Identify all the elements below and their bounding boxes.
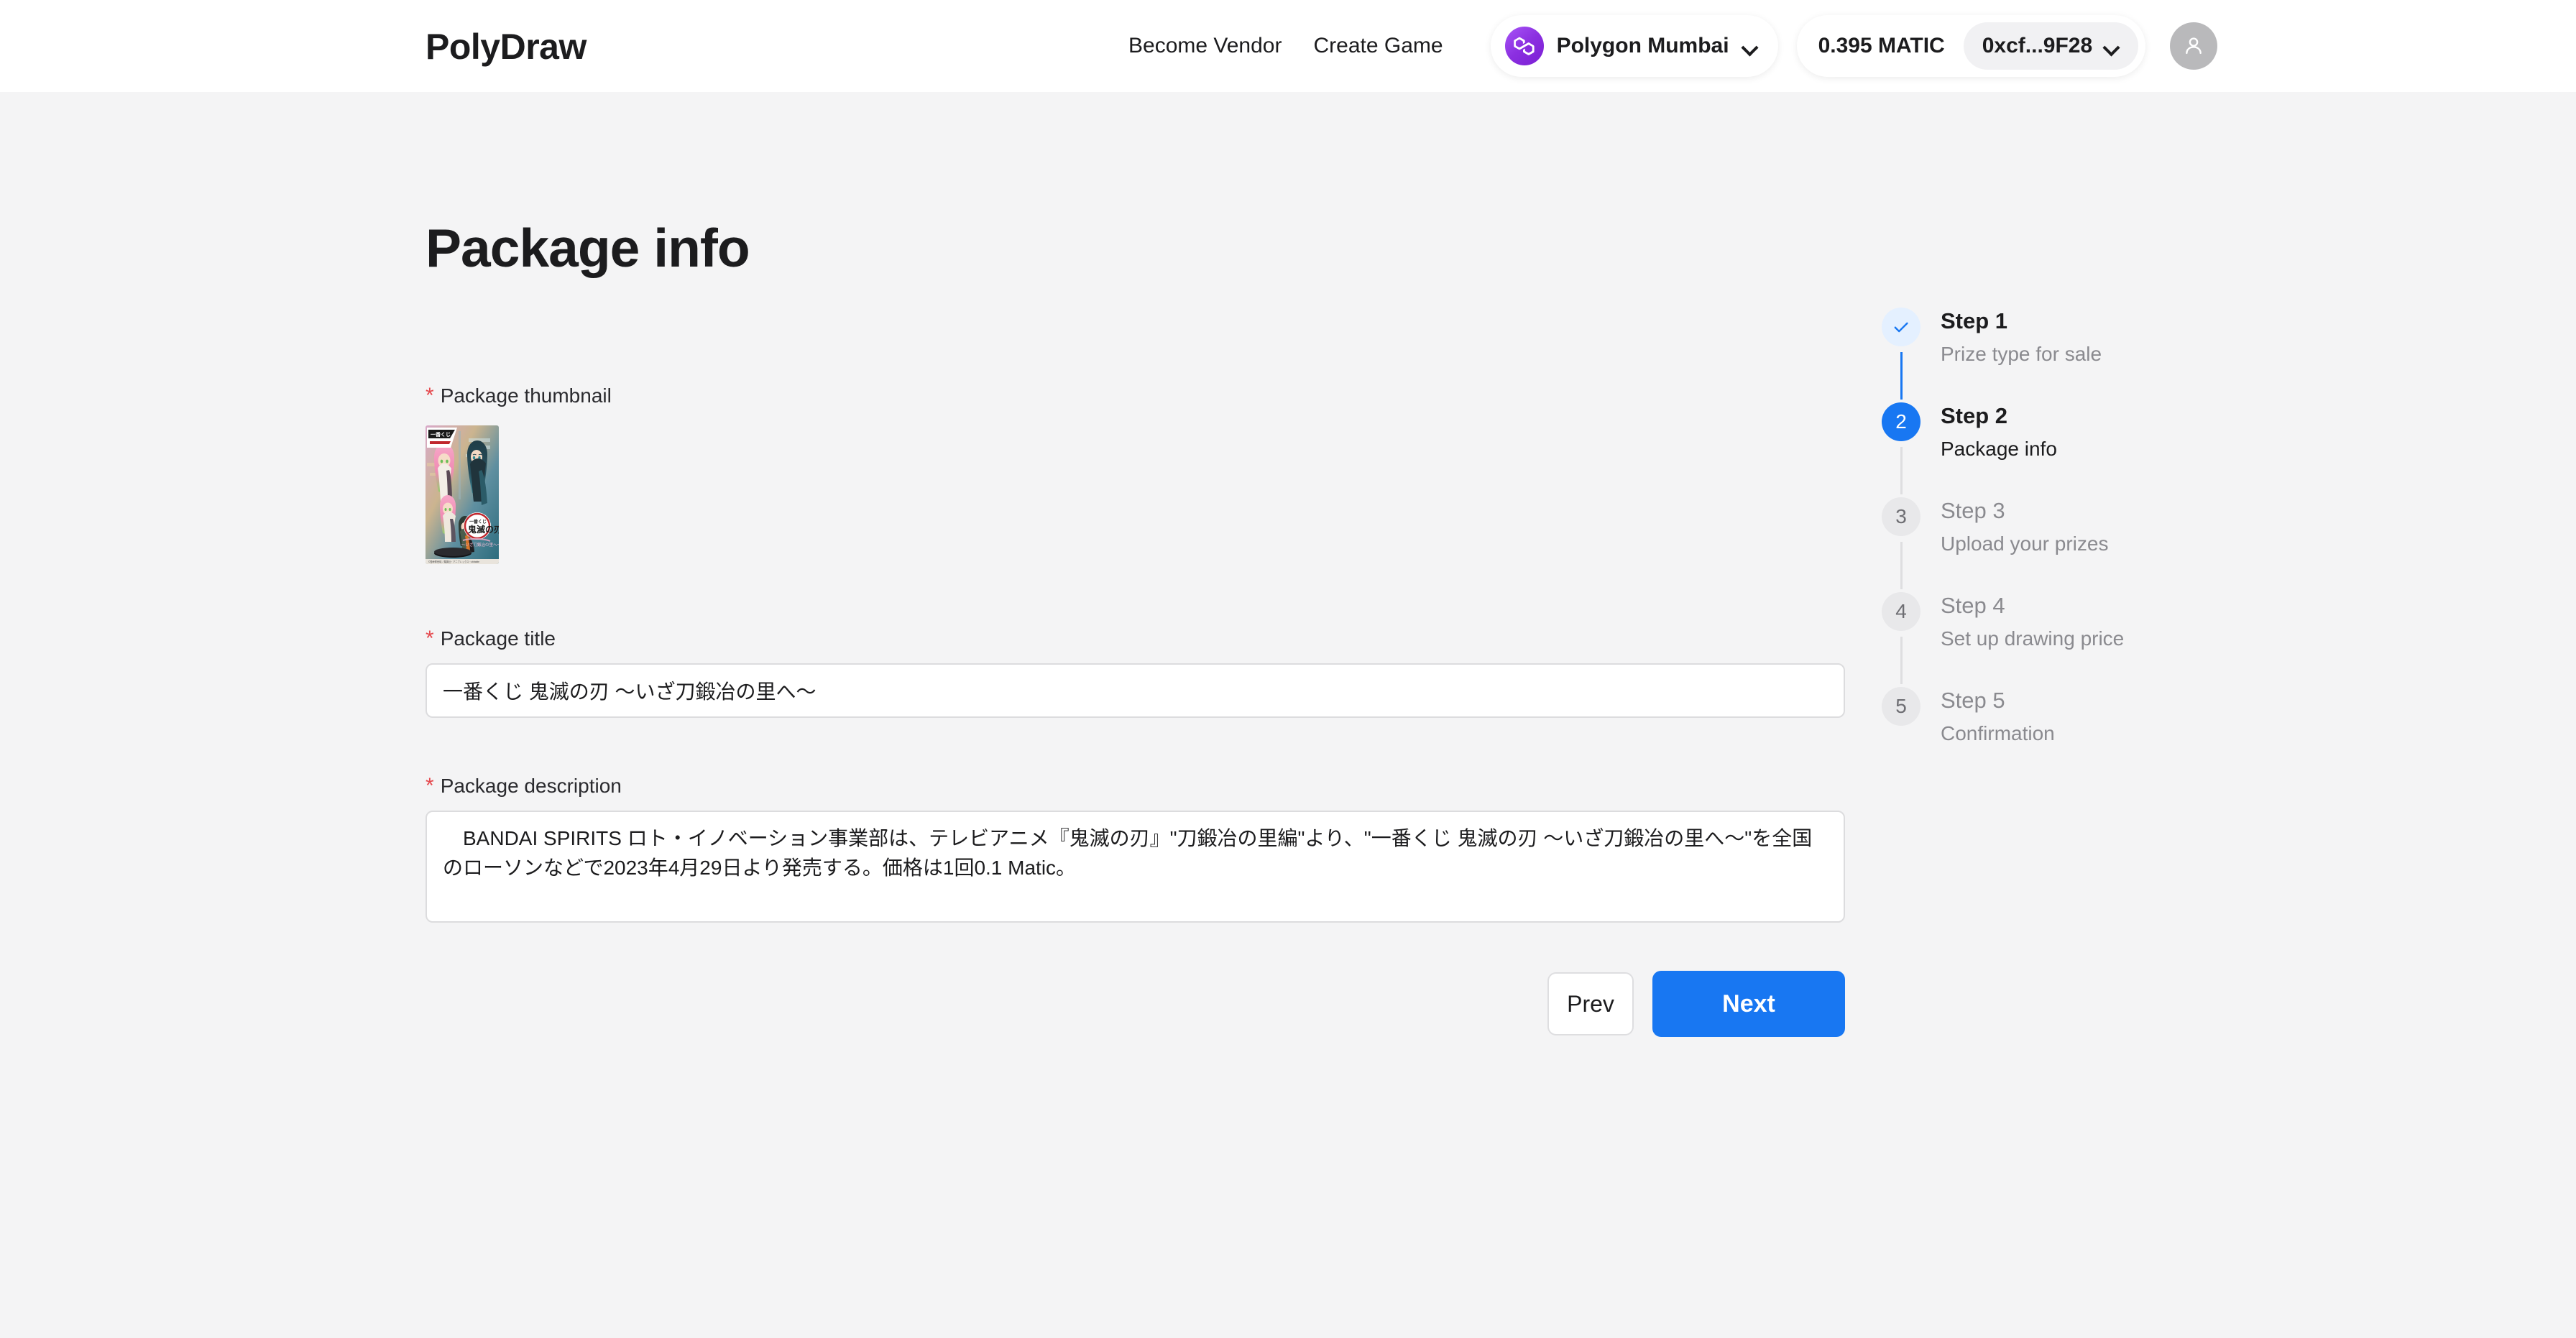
step-subtitle: Prize type for sale (1941, 343, 2102, 366)
step-texts: Step 1 Prize type for sale (1941, 308, 2102, 366)
package-thumbnail-image[interactable]: 一番くじ 一番くじ 鬼滅の刃 〜いざ刀鍛冶の里へ〜 ©吾峠呼世晴／集英社・アニプ… (426, 425, 499, 564)
header-nav: Become Vendor Create Game Polygon Mumbai… (1128, 0, 2217, 92)
step-connector (1900, 447, 1903, 494)
svg-text:一番くじ: 一番くじ (469, 519, 487, 525)
wallet-chip[interactable]: 0.395 MATIC 0xcf...9F28 (1797, 15, 2146, 77)
package-title-input[interactable] (426, 663, 1845, 718)
label-text: Package title (441, 627, 556, 650)
step-bullet-1[interactable] (1882, 308, 1920, 346)
step-connector (1900, 542, 1903, 589)
chevron-down-icon (1742, 42, 1758, 51)
form-actions: Prev Next (426, 971, 1845, 1037)
step-title: Step 4 (1941, 594, 2124, 618)
thumbnail-artwork: 一番くじ 一番くじ 鬼滅の刃 〜いざ刀鍛冶の里へ〜 ©吾峠呼世晴／集英社・アニプ… (426, 425, 499, 564)
step-connector (1900, 352, 1903, 400)
label-text: Package description (441, 775, 622, 798)
stepper-item-4[interactable]: 4 Step 4 Set up drawing price (1882, 592, 2284, 687)
stepper-item-3[interactable]: 3 Step 3 Upload your prizes (1882, 497, 2284, 592)
svg-text:鬼滅の刃: 鬼滅の刃 (468, 524, 499, 535)
brand-logo[interactable]: PolyDraw (426, 26, 586, 68)
chevron-down-icon (2104, 42, 2120, 51)
required-asterisk: * (426, 385, 434, 407)
nav-link-become-vendor[interactable]: Become Vendor (1128, 34, 1282, 58)
user-avatar-icon (2181, 34, 2206, 58)
step-texts: Step 3 Upload your prizes (1941, 497, 2108, 555)
page-body: Package info * Package thumbnail (0, 92, 2576, 1338)
step-subtitle: Set up drawing price (1941, 628, 2124, 650)
prev-button[interactable]: Prev (1547, 972, 1634, 1035)
label-text: Package thumbnail (441, 384, 612, 407)
wizard-stepper: Step 1 Prize type for sale 2 Step 2 Pack… (1882, 308, 2284, 745)
package-description-textarea[interactable] (426, 811, 1845, 923)
form-column: Package info * Package thumbnail (426, 221, 1845, 1037)
next-button[interactable]: Next (1652, 971, 1845, 1037)
avatar[interactable] (2170, 22, 2217, 70)
step-texts: Step 4 Set up drawing price (1941, 592, 2124, 650)
polygon-logo-icon (1505, 27, 1544, 65)
step-title: Step 5 (1941, 688, 2055, 713)
wallet-address: 0xcf...9F28 (1982, 34, 2092, 58)
svg-text:一番くじ: 一番くじ (431, 431, 451, 438)
step-texts: Step 2 Package info (1941, 402, 2057, 461)
app-header: PolyDraw Become Vendor Create Game Polyg… (0, 0, 2576, 92)
package-thumbnail-label: * Package thumbnail (426, 384, 1845, 407)
step-subtitle: Upload your prizes (1941, 533, 2108, 555)
step-title: Step 2 (1941, 404, 2057, 428)
required-asterisk: * (426, 628, 434, 650)
nav-link-create-game[interactable]: Create Game (1313, 34, 1443, 58)
package-description-label: * Package description (426, 775, 1845, 798)
svg-text:©吾峠呼世晴／集英社・アニプレックス・ufotable: ©吾峠呼世晴／集英社・アニプレックス・ufotable (428, 560, 479, 563)
stepper-item-2[interactable]: 2 Step 2 Package info (1882, 402, 2284, 497)
step-title: Step 3 (1941, 499, 2108, 523)
check-icon (1891, 317, 1911, 337)
chain-name-label: Polygon Mumbai (1557, 34, 1729, 58)
required-asterisk: * (426, 775, 434, 797)
step-texts: Step 5 Confirmation (1941, 687, 2055, 745)
step-bullet-3[interactable]: 3 (1882, 497, 1920, 536)
wallet-address-pill[interactable]: 0xcf...9F28 (1964, 22, 2138, 70)
wallet-balance: 0.395 MATIC (1818, 34, 1964, 58)
svg-text:〜いざ刀鍛冶の里へ〜: 〜いざ刀鍛冶の里へ〜 (461, 542, 499, 548)
package-title-label: * Package title (426, 627, 1845, 650)
step-connector (1900, 637, 1903, 684)
page-title: Package info (426, 221, 1845, 275)
step-bullet-5[interactable]: 5 (1882, 687, 1920, 726)
stepper-item-1[interactable]: Step 1 Prize type for sale (1882, 308, 2284, 402)
step-subtitle: Package info (1941, 438, 2057, 461)
step-bullet-2[interactable]: 2 (1882, 402, 1920, 441)
step-subtitle: Confirmation (1941, 723, 2055, 745)
chain-selector[interactable]: Polygon Mumbai (1491, 15, 1778, 77)
step-title: Step 1 (1941, 309, 2102, 333)
stepper-item-5[interactable]: 5 Step 5 Confirmation (1882, 687, 2284, 745)
step-bullet-4[interactable]: 4 (1882, 592, 1920, 631)
